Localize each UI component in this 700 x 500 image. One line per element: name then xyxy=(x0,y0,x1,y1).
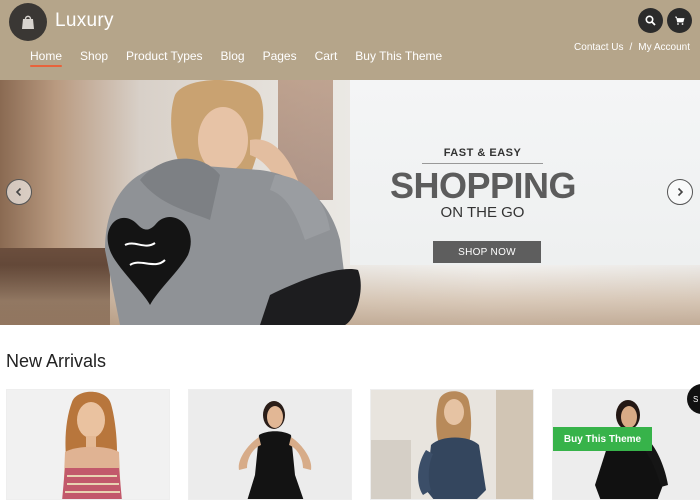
nav-item-shop[interactable]: Shop xyxy=(80,49,108,69)
nav-item-buy-this-theme[interactable]: Buy This Theme xyxy=(355,49,442,69)
cart-button[interactable] xyxy=(667,8,692,33)
shop-now-button[interactable]: SHOP NOW xyxy=(433,241,541,263)
product-card[interactable] xyxy=(6,389,170,500)
nav-item-home[interactable]: Home xyxy=(30,49,63,69)
section-title-new-arrivals: New Arrivals xyxy=(6,351,107,371)
product-image xyxy=(7,390,169,499)
product-card[interactable] xyxy=(370,389,534,500)
hero-kicker: FAST & EASY xyxy=(443,147,522,159)
nav-item-pages[interactable]: Pages xyxy=(263,49,297,69)
logo-text[interactable]: Luxury xyxy=(55,10,114,32)
contact-us-link[interactable]: Contact Us xyxy=(574,42,623,53)
hero-model-image xyxy=(105,80,361,325)
hero-kicker-divider xyxy=(422,163,543,164)
search-button[interactable] xyxy=(638,8,663,33)
slider-prev-button[interactable] xyxy=(6,179,32,205)
hero-copy: FAST & EASY SHOPPING ON THE GO xyxy=(390,147,577,221)
top-links-separator: / xyxy=(629,42,633,53)
nav-item-cart[interactable]: Cart xyxy=(315,49,338,69)
hero-subline: ON THE GO xyxy=(440,204,525,221)
logo[interactable] xyxy=(9,3,47,41)
search-icon xyxy=(645,15,656,26)
nav-item-product-types[interactable]: Product Types xyxy=(126,49,203,69)
nav-item-blog[interactable]: Blog xyxy=(221,49,245,69)
chevron-left-icon xyxy=(15,187,22,197)
my-account-link[interactable]: My Account xyxy=(638,42,690,53)
hero-headline: SHOPPING xyxy=(390,165,577,206)
product-image xyxy=(189,390,351,499)
site-header: Luxury Home Shop Product Types Blog Page… xyxy=(0,0,700,80)
buy-this-theme-button[interactable]: Buy This Theme xyxy=(553,427,652,451)
cart-icon xyxy=(675,16,685,25)
shopping-bag-icon xyxy=(22,15,34,29)
main-nav: Home Shop Product Types Blog Pages Cart … xyxy=(30,49,460,69)
hero-slider: FAST & EASY SHOPPING ON THE GO SHOP NOW xyxy=(0,80,700,325)
top-links: Contact Us / My Account xyxy=(574,42,690,53)
product-image xyxy=(371,390,533,499)
product-card[interactable] xyxy=(188,389,352,500)
slider-next-button[interactable] xyxy=(667,179,693,205)
chevron-right-icon xyxy=(677,187,684,197)
